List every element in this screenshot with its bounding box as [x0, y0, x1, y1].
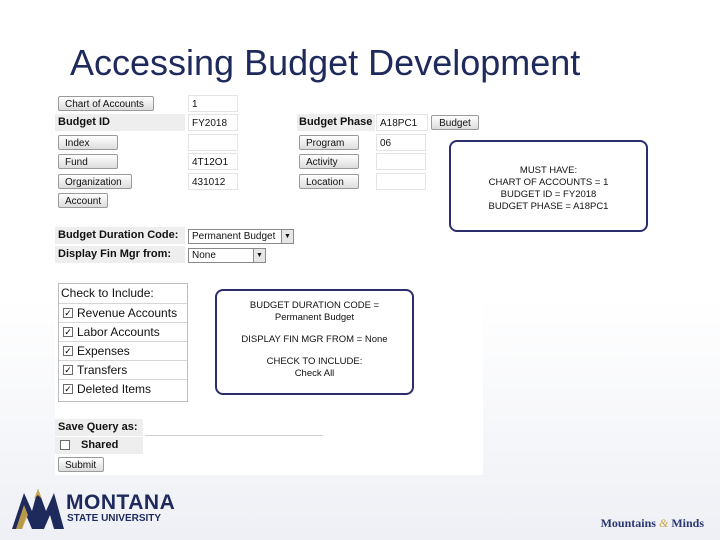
- include-row: ✓ Deleted Items: [59, 379, 187, 399]
- callout-line: MUST HAVE:: [519, 165, 578, 176]
- save-query-label: Save Query as:: [55, 419, 143, 436]
- include-item-label: Deleted Items: [77, 382, 152, 396]
- shared-checkbox[interactable]: [60, 440, 70, 450]
- activity-button[interactable]: Activity: [299, 154, 359, 169]
- index-input[interactable]: [188, 134, 238, 151]
- revenue-checkbox[interactable]: ✓: [63, 308, 73, 318]
- index-button[interactable]: Index: [58, 135, 118, 150]
- chart-of-accounts-button[interactable]: Chart of Accounts: [58, 96, 154, 111]
- budget-id-input[interactable]: FY2018: [188, 114, 238, 131]
- callout-line: BUDGET PHASE = A18PC1: [488, 201, 609, 212]
- footer-ampersand: &: [658, 516, 669, 530]
- program-button[interactable]: Program: [299, 135, 359, 150]
- budget-id-label: Budget ID: [55, 114, 185, 131]
- location-button[interactable]: Location: [299, 174, 359, 189]
- include-item-label: Revenue Accounts: [77, 306, 178, 320]
- callout-line: DISPLAY FIN MGR FROM = None: [241, 334, 388, 345]
- include-row: ✓ Revenue Accounts: [59, 303, 187, 323]
- msu-logo: MONTANA STATE UNIVERSITY: [10, 485, 175, 536]
- budget-phase-input[interactable]: A18PC1: [376, 114, 428, 131]
- shared-row: Shared: [55, 437, 143, 454]
- program-input[interactable]: 06: [376, 134, 426, 151]
- account-button[interactable]: Account: [58, 193, 108, 208]
- callout-line: CHECK TO INCLUDE:: [266, 356, 363, 367]
- duration-code-select[interactable]: Permanent Budget ▼: [188, 229, 294, 244]
- display-fin-mgr-label: Display Fin Mgr from:: [55, 246, 185, 263]
- include-item-label: Labor Accounts: [77, 325, 160, 339]
- submit-button[interactable]: Submit: [58, 457, 104, 472]
- must-have-callout: MUST HAVE: CHART OF ACCOUNTS = 1 BUDGET …: [449, 140, 648, 232]
- fund-button[interactable]: Fund: [58, 154, 118, 169]
- callout-line: BUDGET ID = FY2018: [500, 189, 597, 200]
- duration-callout: BUDGET DURATION CODE = Permanent Budget …: [215, 289, 414, 395]
- include-row: ✓ Labor Accounts: [59, 322, 187, 342]
- include-item-label: Transfers: [77, 363, 128, 377]
- budget-phase-label: Budget Phase: [297, 114, 375, 131]
- budget-query-form: Chart of Accounts 1 Budget ID FY2018 Bud…: [55, 95, 483, 475]
- check-include-label: Check to Include:: [61, 286, 154, 300]
- duration-code-value: Permanent Budget: [192, 231, 276, 242]
- callout-line: Check All: [294, 368, 335, 379]
- duration-code-label: Budget Duration Code:: [55, 227, 185, 244]
- footer-word: Minds: [671, 516, 704, 530]
- organization-button[interactable]: Organization: [58, 174, 132, 189]
- include-row: ✓ Expenses: [59, 341, 187, 361]
- footer-tagline: Mountains & Minds: [601, 516, 704, 531]
- include-row: ✓ Transfers: [59, 360, 187, 380]
- shared-label: Shared: [81, 439, 119, 451]
- include-panel: Check to Include: ✓ Revenue Accounts ✓ L…: [58, 283, 188, 402]
- logo-wordmark: MONTANA: [66, 491, 176, 514]
- chevron-down-icon: ▼: [253, 249, 265, 262]
- include-item-label: Expenses: [77, 344, 130, 358]
- logo-subtitle: STATE UNIVERSITY: [67, 513, 162, 524]
- deleted-items-checkbox[interactable]: ✓: [63, 384, 73, 394]
- callout-line: Permanent Budget: [274, 312, 355, 323]
- msu-mountain-icon: [12, 489, 64, 529]
- callout-line: CHART OF ACCOUNTS = 1: [488, 177, 609, 188]
- activity-input[interactable]: [376, 153, 426, 170]
- display-fin-mgr-value: None: [192, 250, 216, 261]
- transfers-checkbox[interactable]: ✓: [63, 365, 73, 375]
- fund-input[interactable]: 4T12O1: [188, 153, 238, 170]
- callout-line: BUDGET DURATION CODE =: [249, 300, 380, 311]
- organization-input[interactable]: 431012: [188, 173, 238, 190]
- save-query-input[interactable]: [145, 419, 323, 436]
- labor-checkbox[interactable]: ✓: [63, 327, 73, 337]
- expenses-checkbox[interactable]: ✓: [63, 346, 73, 356]
- location-input[interactable]: [376, 173, 426, 190]
- slide-title: Accessing Budget Development: [70, 42, 581, 83]
- footer-word: Mountains: [600, 516, 656, 530]
- budget-button[interactable]: Budget: [431, 115, 479, 130]
- display-fin-mgr-select[interactable]: None ▼: [188, 248, 266, 263]
- chart-of-accounts-input[interactable]: 1: [188, 95, 238, 112]
- chevron-down-icon: ▼: [281, 230, 293, 243]
